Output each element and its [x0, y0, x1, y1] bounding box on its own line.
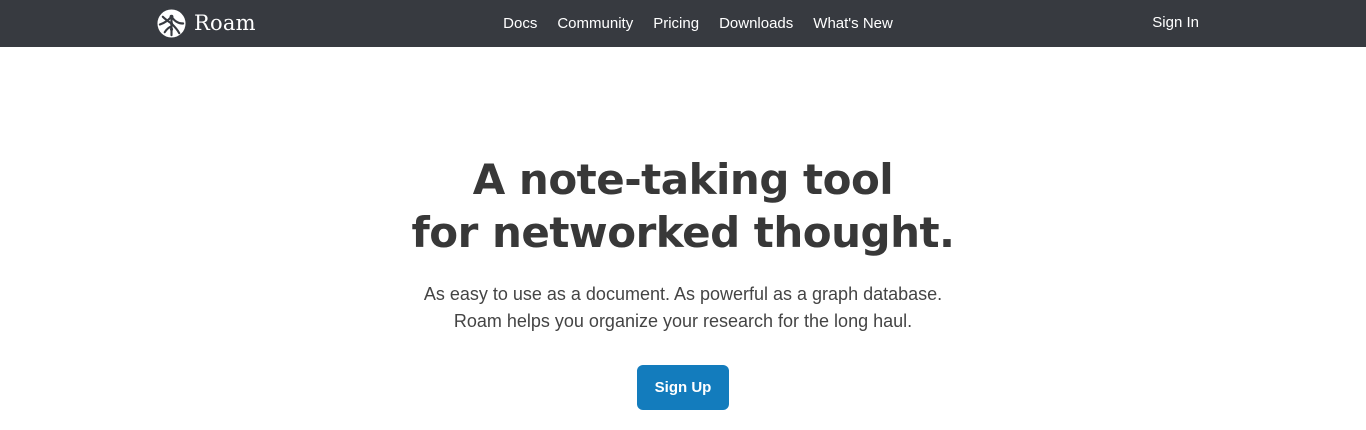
nav-link-docs[interactable]: Docs: [503, 15, 537, 32]
brand-home-link[interactable]: Roam: [156, 8, 256, 38]
hero-title-line-2: for networked thought.: [411, 208, 956, 257]
roam-logo-icon: [157, 8, 186, 38]
hero-subtitle: As easy to use as a document. As powerfu…: [0, 281, 1366, 335]
hero-title: A note-taking tool for networked thought…: [0, 153, 1366, 259]
nav-link-pricing[interactable]: Pricing: [653, 15, 699, 32]
sign-up-button[interactable]: Sign Up: [637, 365, 729, 410]
sign-in-link[interactable]: Sign In: [1152, 14, 1199, 31]
hero-title-line-1: A note-taking tool: [472, 155, 894, 204]
top-navbar: Roam Docs Community Pricing Downloads Wh…: [0, 0, 1366, 47]
nav-link-downloads[interactable]: Downloads: [719, 15, 793, 32]
nav-link-whats-new[interactable]: What's New: [813, 15, 893, 32]
hero-subtitle-line-2: Roam helps you organize your research fo…: [453, 311, 913, 331]
brand-name: Roam: [194, 11, 256, 35]
hero-subtitle-line-1: As easy to use as a document. As powerfu…: [423, 284, 943, 304]
hero-section: A note-taking tool for networked thought…: [0, 47, 1366, 430]
nav-link-community[interactable]: Community: [557, 15, 633, 32]
